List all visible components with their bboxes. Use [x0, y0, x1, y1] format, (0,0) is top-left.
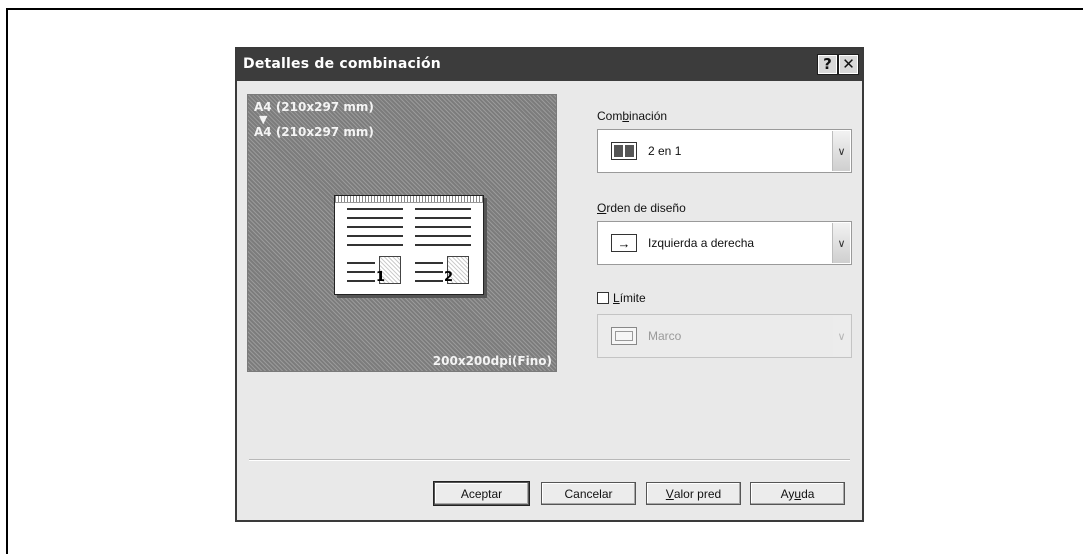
two-up-layout-icon	[611, 142, 637, 160]
divider	[249, 459, 850, 461]
combination-dropdown[interactable]: 2 en 1 ∨	[597, 129, 852, 173]
restore-defaults-button[interactable]: Valor pred	[646, 482, 741, 505]
frame-icon	[611, 327, 637, 345]
help-dialog-button[interactable]: Ay u da	[750, 482, 845, 505]
title-bar: Detalles de combinación ? ✕	[237, 49, 862, 81]
help-icon: ?	[823, 55, 832, 73]
target-paper-size: A4 (210x297 mm)	[254, 125, 374, 139]
page-one-thumbnail: 1	[376, 256, 401, 285]
combination-details-dialog: Detalles de combinación ? ✕ A4 (210x297 …	[235, 47, 864, 522]
chevron-down-icon[interactable]: ∨	[833, 316, 850, 356]
border-label: Límite	[613, 291, 646, 305]
border-style-dropdown[interactable]: Marco ∨	[597, 314, 852, 358]
close-button[interactable]: ✕	[838, 54, 859, 75]
close-icon: ✕	[842, 55, 855, 73]
document-frame-top	[6, 8, 1083, 10]
help-button[interactable]: ?	[817, 54, 838, 75]
layout-order-label: Orden de diseño	[597, 201, 686, 215]
layout-order-value: Izquierda a derecha	[648, 236, 755, 250]
border-checkbox[interactable]	[597, 292, 609, 304]
right-arrow-icon: →	[611, 234, 637, 252]
border-style-value: Marco	[648, 329, 682, 343]
source-paper-size: A4 (210x297 mm)	[254, 100, 374, 114]
ok-button[interactable]: Aceptar	[433, 481, 530, 506]
combination-label: Combinación	[597, 109, 668, 123]
resolution-label: 200x200dpi(Fino)	[432, 354, 552, 368]
layout-order-dropdown[interactable]: → Izquierda a derecha ∨	[597, 221, 852, 265]
combination-value: 2 en 1	[648, 144, 682, 158]
preview-panel: A4 (210x297 mm) ▼ A4 (210x297 mm) 1 2 20…	[247, 94, 557, 372]
page-two-thumbnail: 2	[444, 256, 469, 285]
chevron-down-icon[interactable]: ∨	[832, 223, 850, 263]
document-frame-left	[6, 8, 8, 554]
page-number: 2	[444, 270, 454, 285]
page-number: 1	[376, 270, 386, 285]
dialog-title: Detalles de combinación	[243, 56, 441, 72]
page-preview-illustration: 1 2	[334, 195, 484, 295]
cancel-button[interactable]: Cancelar	[541, 482, 636, 505]
chevron-down-icon[interactable]: ∨	[832, 131, 850, 171]
